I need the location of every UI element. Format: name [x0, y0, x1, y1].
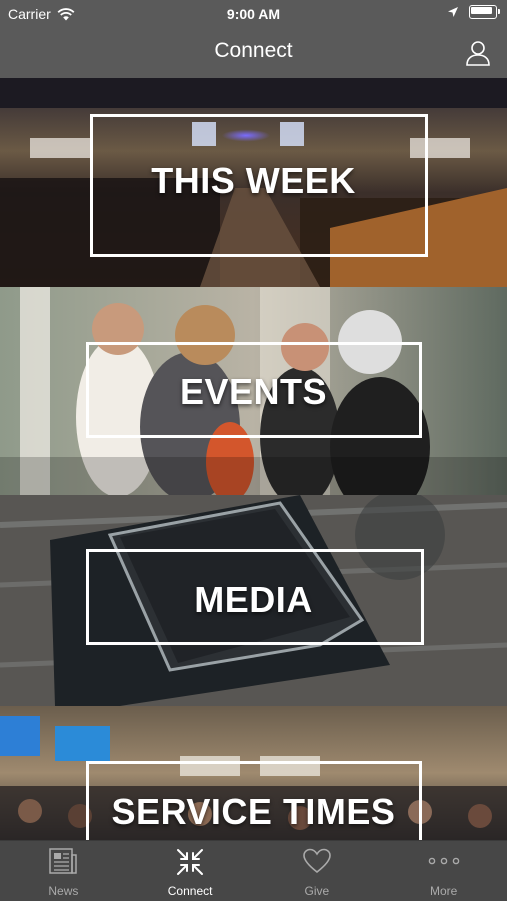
tile-service-times[interactable]: SERVICE TIMES: [0, 706, 507, 840]
battery-icon: [469, 5, 500, 19]
more-dots-icon: [428, 857, 459, 865]
events-label: EVENTS: [179, 371, 328, 412]
connect-arrows-icon: [177, 849, 204, 875]
user-profile-icon[interactable]: [463, 38, 493, 68]
service-times-label: SERVICE TIMES: [111, 791, 396, 832]
connect-tiles: THIS WEEK EVENTS MEDIA SERVICE TIMES: [0, 78, 507, 840]
tab-more[interactable]: More: [380, 841, 507, 901]
navigation-bar: Connect: [0, 28, 507, 78]
tab-connect-label: Connect: [167, 884, 213, 898]
status-time: 9:00 AM: [226, 6, 281, 22]
tile-this-week[interactable]: THIS WEEK: [0, 78, 507, 287]
media-label: MEDIA: [194, 579, 313, 620]
tab-news[interactable]: News: [0, 841, 127, 901]
this-week-label: THIS WEEK: [151, 160, 356, 201]
tab-news-label: News: [48, 884, 79, 898]
location-arrow-icon: [448, 7, 458, 17]
tab-more-label: More: [429, 884, 458, 898]
tab-connect[interactable]: Connect: [127, 841, 254, 901]
tab-bar: News Connect Give More: [0, 840, 507, 901]
tab-give[interactable]: Give: [254, 841, 381, 901]
tab-give-label: Give: [304, 884, 330, 898]
status-right: [447, 5, 500, 19]
tile-events[interactable]: EVENTS: [0, 287, 507, 495]
status-bar: Carrier 9:00 AM: [0, 0, 507, 28]
heart-icon: [303, 848, 331, 874]
tile-media[interactable]: MEDIA: [0, 495, 507, 706]
page-title: Connect: [214, 39, 293, 62]
newspaper-icon: [49, 848, 78, 874]
